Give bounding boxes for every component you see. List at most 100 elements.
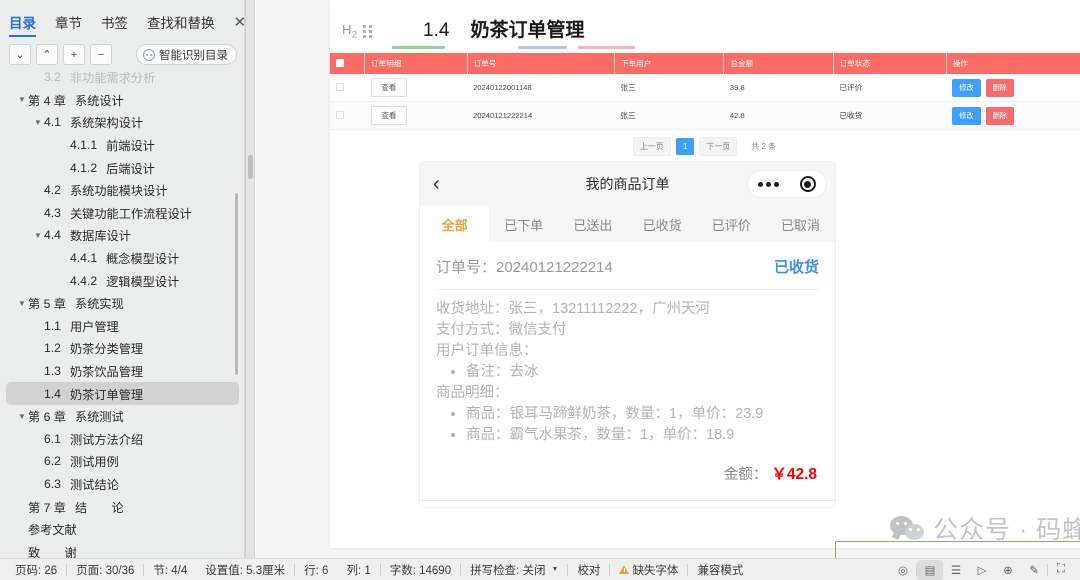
toc-item[interactable]: ▼ 4.4 数据库设计 xyxy=(6,224,239,247)
status-word-count[interactable]: 字数: 14690 xyxy=(381,562,460,578)
row-checkbox-cell[interactable] xyxy=(330,74,365,102)
chevron-down-icon[interactable]: ▼ xyxy=(32,118,44,127)
outline-view-icon[interactable]: ☰ xyxy=(943,560,969,580)
collapse-all-icon[interactable]: − xyxy=(90,44,112,65)
toc-item[interactable]: ▼4.1.2后端设计 xyxy=(6,156,239,179)
chevron-down-icon[interactable]: ▼ xyxy=(32,231,44,240)
table-row[interactable]: 查看 20240121222214 张三 42.8 已收货 修改 删除 xyxy=(330,101,1080,130)
mobile-tab-5[interactable]: 已取消 xyxy=(766,206,835,242)
mobile-tab-2[interactable]: 已送出 xyxy=(558,206,627,242)
edit-button[interactable]: 修改 xyxy=(952,106,981,125)
drag-handle-icon[interactable] xyxy=(363,24,374,38)
pagination-page-1[interactable]: 1 xyxy=(675,138,695,155)
miniprogram-capsule[interactable] xyxy=(747,170,827,198)
page-layout-view-icon[interactable]: ▤ xyxy=(917,559,943,580)
status-compat-mode[interactable]: 兼容模式 xyxy=(688,562,752,578)
splitter-grip[interactable] xyxy=(248,155,253,179)
toc-item[interactable]: ▼6.1测试方法介绍 xyxy=(6,428,239,451)
toc-item[interactable]: ▼ 第 6 章系统测试 xyxy=(6,405,239,428)
table-row[interactable]: 查看 20240122001148 张三 39.8 已评价 修改 删除 xyxy=(330,74,1080,102)
mobile-tab-1[interactable]: 已下单 xyxy=(489,206,558,242)
toc-item[interactable]: ▼ 4.1 系统架构设计 xyxy=(6,111,239,134)
status-proofread[interactable]: 校对 xyxy=(568,562,609,578)
eye-icon[interactable]: ◎ xyxy=(890,560,916,580)
presentation-view-icon[interactable]: ▷ xyxy=(969,560,995,580)
mobile-user-info-label: 用户订单信息： xyxy=(436,343,538,359)
table-header-checkbox[interactable] xyxy=(330,53,366,74)
toc-item[interactable]: ▼6.3测试结论 xyxy=(6,473,239,496)
more-icon[interactable] xyxy=(758,181,780,187)
sidebar-tab-bookmarks[interactable]: 书签 xyxy=(101,12,128,37)
sidebar-splitter[interactable] xyxy=(245,0,255,558)
view-detail-button[interactable]: 查看 xyxy=(370,106,408,125)
pagination-next[interactable]: 下一页 xyxy=(699,137,738,156)
status-page-count[interactable]: 页面: 30/36 xyxy=(67,562,143,578)
status-line[interactable]: 行: 6 xyxy=(295,562,337,578)
status-spellcheck[interactable]: 拼写检查: 关闭 ▼ xyxy=(461,562,567,578)
pagination[interactable]: 上一页 1 下一页 共 2 条 xyxy=(330,137,1080,156)
select-all-checkbox[interactable] xyxy=(336,58,344,67)
row-checkbox[interactable] xyxy=(336,82,344,91)
status-page-number[interactable]: 页码: 26 xyxy=(6,562,66,578)
fullscreen-icon[interactable]: ⛶ xyxy=(1048,560,1074,580)
row-checkbox-cell[interactable] xyxy=(330,101,365,130)
mobile-tab-4[interactable]: 已评价 xyxy=(697,206,766,242)
text-frame-selection[interactable] xyxy=(835,541,1080,558)
toc-item[interactable]: ▼ 第 5 章系统实现 xyxy=(6,292,239,315)
sidebar-tab-find-replace[interactable]: 查找和替换 xyxy=(147,12,215,37)
status-missing-font[interactable]: 缺失字体 xyxy=(610,562,687,578)
chevron-down-icon[interactable]: ▼ xyxy=(16,299,28,308)
toc-item[interactable]: ▼1.4奶茶订单管理 xyxy=(6,382,239,405)
document-page[interactable]: H2 1.4 奶茶订单管理 订单明细 订单号 下单用户 总金额 订单状态 操作 … xyxy=(330,0,1080,558)
pagination-prev[interactable]: 上一页 xyxy=(632,137,671,156)
toc-item[interactable]: ▼4.4.1概念模型设计 xyxy=(6,247,239,270)
toc-item[interactable]: ▼1.3奶茶饮品管理 xyxy=(6,360,239,383)
toc-item[interactable]: ▼ 第 4 章系统设计 xyxy=(6,89,239,112)
mobile-order-screenshot[interactable]: ‹ 我的商品订单 全部 已下单 已送出 已收货 已评价 已取消 订单号：202401212… xyxy=(420,162,835,507)
move-up-icon[interactable]: ⌃ xyxy=(36,44,58,65)
move-down-icon[interactable]: ⌄ xyxy=(9,44,31,65)
mobile-tab-0[interactable]: 全部 xyxy=(420,206,490,242)
toc-item[interactable]: ▼4.2系统功能模块设计 xyxy=(6,179,239,202)
row-actions[interactable]: 修改 删除 xyxy=(946,74,1080,102)
order-admin-table[interactable]: 订单明细 订单号 下单用户 总金额 订单状态 操作 查看 202401220011… xyxy=(330,53,1080,130)
view-detail-button[interactable]: 查看 xyxy=(370,78,408,97)
heading-level-marker[interactable]: H2 xyxy=(342,22,374,40)
delete-button[interactable]: 删除 xyxy=(985,78,1014,97)
toc-item[interactable]: ▼4.1.1前端设计 xyxy=(6,134,239,157)
edit-button[interactable]: 修改 xyxy=(952,78,981,97)
chevron-down-icon[interactable]: ▼ xyxy=(16,412,28,421)
sidebar-tab-chapters[interactable]: 章节 xyxy=(55,12,82,37)
toc-item[interactable]: ▼4.4.2逻辑模型设计 xyxy=(6,269,239,292)
status-setting-value[interactable]: 设置值: 5.3厘米 xyxy=(196,562,294,578)
row-actions[interactable]: 修改 删除 xyxy=(946,101,1080,130)
status-section[interactable]: 节: 4/4 xyxy=(144,562,196,578)
document-canvas[interactable]: H2 1.4 奶茶订单管理 订单明细 订单号 下单用户 总金额 订单状态 操作 … xyxy=(255,0,1080,558)
toc-item[interactable]: ▼3.2非功能需求分析 xyxy=(6,66,239,89)
toc-item[interactable]: ▼1.2奶茶分类管理 xyxy=(6,337,239,360)
toc-item[interactable]: ▼致 谢 xyxy=(6,540,239,558)
toc-item[interactable]: ▼第 7 章结 论 xyxy=(6,495,239,518)
toc-tree[interactable]: ▼3.2非功能需求分析▼第 4 章系统设计▼4.1系统架构设计▼4.1.1前端设… xyxy=(0,66,245,558)
row-detail-cell[interactable]: 查看 xyxy=(364,74,468,102)
status-column[interactable]: 列: 1 xyxy=(337,562,379,578)
sidebar-tab-toc[interactable]: 目录 xyxy=(9,12,36,37)
toc-item[interactable]: ▼6.2测试用例 xyxy=(6,450,239,473)
web-view-icon[interactable]: ⊕ xyxy=(995,560,1021,580)
mobile-order-tabs[interactable]: 全部 已下单 已送出 已收货 已评价 已取消 xyxy=(420,206,835,242)
sidebar-scrollbar[interactable] xyxy=(235,193,238,375)
expand-all-icon[interactable]: + xyxy=(63,44,85,65)
chevron-down-icon[interactable]: ▼ xyxy=(552,566,559,573)
toc-item[interactable]: ▼1.1用户管理 xyxy=(6,315,239,338)
toc-item[interactable]: ▼参考文献 xyxy=(6,518,239,541)
toc-item[interactable]: ▼4.3关键功能工作流程设计 xyxy=(6,202,239,225)
row-detail-cell[interactable]: 查看 xyxy=(364,101,468,130)
pen-icon[interactable]: ✎ xyxy=(1021,560,1047,580)
delete-button[interactable]: 删除 xyxy=(985,106,1014,125)
mobile-tab-3[interactable]: 已收货 xyxy=(628,206,697,242)
chevron-down-icon[interactable]: ▼ xyxy=(16,95,28,104)
close-miniprogram-icon[interactable] xyxy=(799,176,816,192)
smart-toc-button[interactable]: 智能识别目录 xyxy=(136,44,237,65)
row-checkbox[interactable] xyxy=(336,110,344,119)
back-icon[interactable]: ‹ xyxy=(433,174,440,194)
